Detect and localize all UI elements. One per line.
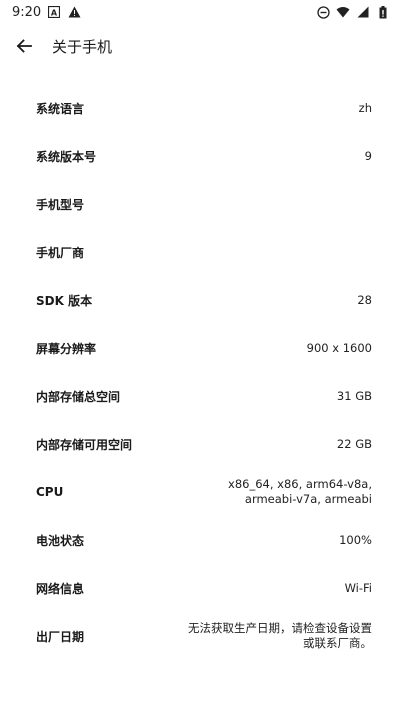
info-label: 内部存储可用空间 (36, 437, 133, 452)
status-time: 9:20 (12, 4, 42, 20)
wifi-icon (336, 5, 350, 19)
info-label: 手机厂商 (36, 245, 85, 260)
info-row-network-info: 网络信息 Wi-Fi (0, 564, 400, 612)
info-row-system-language: 系统语言 zh (0, 84, 400, 132)
signal-icon (356, 5, 370, 19)
info-row-available-storage: 内部存储可用空间 22 GB (0, 420, 400, 468)
info-value: Wi-Fi (344, 580, 372, 595)
info-value: 9 (364, 148, 372, 163)
app-bar: 关于手机 (0, 24, 400, 68)
info-row-cpu: CPU x86_64, x86, arm64-v8a, armeabi-v7a,… (0, 468, 400, 516)
info-label: 网络信息 (36, 581, 85, 596)
info-row-system-version: 系统版本号 9 (0, 132, 400, 180)
info-value: 31 GB (336, 388, 372, 403)
info-label: 手机型号 (36, 197, 85, 212)
back-button[interactable] (0, 24, 48, 68)
info-value: x86_64, x86, arm64-v8a, armeabi-v7a, arm… (228, 477, 372, 506)
info-row-battery-status: 电池状态 100% (0, 516, 400, 564)
info-value: zh (358, 100, 372, 115)
status-bar: 9:20 A (0, 0, 400, 24)
svg-text:A: A (51, 9, 58, 18)
info-label: CPU (36, 485, 64, 499)
info-label: 系统语言 (36, 101, 85, 116)
do-not-disturb-icon (316, 5, 330, 19)
info-row-phone-model: 手机型号 (0, 180, 400, 228)
warning-icon (67, 5, 81, 19)
info-label: SDK 版本 (36, 293, 93, 308)
info-label: 系统版本号 (36, 149, 97, 164)
arrow-left-icon (16, 39, 32, 53)
info-row-manufacture-date: 出厂日期 无法获取生产日期，请检查设备设置 或联系厂商。 (0, 612, 400, 660)
info-label: 内部存储总空间 (36, 389, 121, 404)
info-list: 系统语言 zh 系统版本号 9 手机型号 手机厂商 SDK 版本 28 屏幕分辨… (0, 84, 400, 660)
info-row-screen-resolution: 屏幕分辨率 900 x 1600 (0, 324, 400, 372)
info-value: 22 GB (336, 436, 372, 451)
info-row-manufacturer: 手机厂商 (0, 228, 400, 276)
info-value: 28 (357, 292, 372, 307)
page-title: 关于手机 (52, 37, 113, 56)
info-label: 屏幕分辨率 (36, 341, 97, 356)
info-value: 900 x 1600 (306, 340, 372, 355)
info-row-sdk-version: SDK 版本 28 (0, 276, 400, 324)
a-letter-icon: A (47, 5, 61, 19)
info-value: 无法获取生产日期，请检查设备设置 或联系厂商。 (188, 621, 372, 650)
info-value: 100% (339, 532, 372, 547)
status-bar-right (316, 5, 390, 19)
info-label: 出厂日期 (36, 629, 85, 644)
info-row-total-storage: 内部存储总空间 31 GB (0, 372, 400, 420)
info-label: 电池状态 (36, 533, 85, 548)
status-bar-left: 9:20 A (12, 5, 81, 20)
battery-icon (376, 5, 390, 19)
